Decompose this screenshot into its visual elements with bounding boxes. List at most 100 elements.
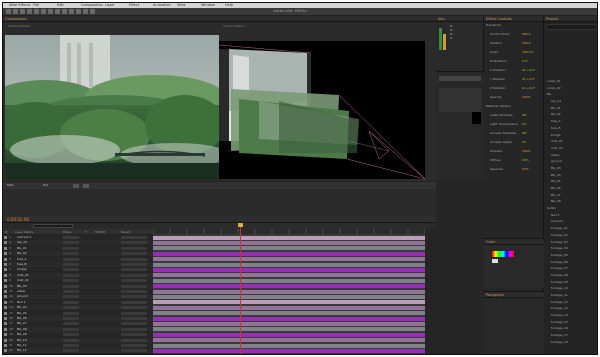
zoom-tool-icon[interactable] bbox=[20, 9, 25, 14]
project-item[interactable]: water bbox=[547, 152, 597, 159]
property-row[interactable]: Transform bbox=[484, 23, 544, 28]
menu-item[interactable]: Edit bbox=[57, 3, 64, 7]
layer-row[interactable]: 10 BG_03 bbox=[3, 283, 153, 289]
parent-dropdown[interactable] bbox=[121, 300, 147, 304]
layer-name[interactable]: tree_B bbox=[17, 262, 27, 267]
project-item[interactable]: Solids bbox=[547, 205, 597, 212]
mode-dropdown[interactable] bbox=[63, 290, 79, 293]
project-item[interactable]: BG_01 bbox=[547, 105, 597, 112]
project-item[interactable]: footage_16 bbox=[547, 325, 597, 332]
layer-row[interactable]: 7 bridge bbox=[3, 267, 153, 273]
visibility-eye-icon[interactable] bbox=[4, 241, 7, 245]
visibility-eye-icon[interactable] bbox=[4, 311, 7, 315]
project-item[interactable]: comp_02 bbox=[547, 85, 597, 92]
property-value[interactable]: 0x +0.0° bbox=[522, 68, 535, 73]
mode-dropdown[interactable] bbox=[63, 327, 79, 331]
menu-item[interactable]: Window bbox=[201, 3, 215, 7]
active-camera-viewer[interactable] bbox=[5, 35, 219, 179]
layer-name[interactable]: BG_06 bbox=[17, 316, 27, 321]
layer-duration-bar[interactable] bbox=[153, 278, 425, 283]
project-item[interactable]: footage_04 bbox=[547, 245, 597, 252]
visibility-eye-icon[interactable] bbox=[4, 333, 7, 337]
property-value[interactable]: 50% bbox=[522, 167, 529, 172]
property-value[interactable]: Off bbox=[522, 113, 526, 118]
layer-row[interactable]: 5 tree_A bbox=[3, 256, 153, 262]
parent-dropdown[interactable] bbox=[121, 257, 147, 261]
layer-name[interactable]: BG_05 bbox=[17, 311, 27, 316]
parent-dropdown[interactable] bbox=[121, 295, 147, 299]
mode-dropdown[interactable] bbox=[63, 268, 79, 272]
layer-name[interactable]: water bbox=[17, 289, 26, 294]
property-row[interactable]: Casts Shadows Off bbox=[484, 113, 544, 118]
brush-tool-icon[interactable] bbox=[69, 9, 74, 14]
mode-dropdown[interactable] bbox=[63, 273, 79, 277]
visibility-eye-icon[interactable] bbox=[4, 284, 7, 288]
property-row[interactable]: Opacity 100% bbox=[484, 95, 544, 100]
property-row[interactable]: Accepts Shadows Off bbox=[484, 131, 544, 136]
pan-behind-tool-icon[interactable] bbox=[41, 9, 46, 14]
character-settings[interactable] bbox=[439, 88, 481, 112]
layer-row[interactable]: 1 Camera 1 bbox=[3, 235, 153, 240]
mode-dropdown[interactable] bbox=[63, 252, 79, 256]
mode-dropdown[interactable] bbox=[63, 279, 79, 283]
mask-tool-icon[interactable] bbox=[48, 9, 53, 14]
layer-row[interactable]: 8 mist_01 bbox=[3, 272, 153, 278]
layer-name[interactable]: BG_01 bbox=[17, 246, 27, 251]
property-row[interactable]: Y Rotation 0x +0.0° bbox=[484, 77, 544, 82]
layer-row[interactable]: 21 BG_11 bbox=[3, 343, 153, 348]
project-item[interactable]: footage_17 bbox=[547, 332, 597, 339]
property-row[interactable]: Orientation 0.0° bbox=[484, 59, 544, 64]
layer-name[interactable]: Camera 1 bbox=[17, 235, 32, 240]
property-row[interactable]: Specular 50% bbox=[484, 167, 544, 172]
parent-dropdown[interactable] bbox=[121, 236, 147, 239]
layer-duration-bar[interactable] bbox=[153, 262, 425, 267]
property-row[interactable]: Diffuse 50% bbox=[484, 158, 544, 163]
layer-row[interactable]: 22 BG_12 bbox=[3, 348, 153, 354]
mode-dropdown[interactable] bbox=[63, 306, 79, 310]
rotate-tool-icon[interactable] bbox=[27, 9, 32, 14]
project-item[interactable]: BG_07 bbox=[547, 192, 597, 199]
layer-name[interactable]: BG_11 bbox=[17, 343, 27, 348]
layer-duration-bar[interactable] bbox=[153, 257, 425, 262]
property-value[interactable]: 100.0% bbox=[522, 50, 533, 55]
layer-name[interactable]: BG_12 bbox=[17, 348, 27, 353]
project-item[interactable]: mist_02 bbox=[547, 145, 597, 152]
project-item[interactable]: ground bbox=[547, 158, 597, 165]
project-item[interactable]: BG bbox=[547, 91, 597, 98]
property-row[interactable]: Position 540.0 bbox=[484, 41, 544, 46]
layer-duration-bar[interactable] bbox=[153, 294, 425, 299]
mode-dropdown[interactable] bbox=[63, 317, 79, 320]
time-ruler[interactable] bbox=[152, 223, 426, 234]
layer-name[interactable]: BG_02 bbox=[17, 251, 27, 256]
menu-item[interactable]: File bbox=[33, 3, 39, 7]
visibility-eye-icon[interactable] bbox=[4, 257, 7, 261]
visibility-eye-icon[interactable] bbox=[4, 306, 7, 310]
parent-dropdown[interactable] bbox=[121, 327, 147, 331]
layer-duration-bar[interactable] bbox=[153, 327, 425, 332]
project-item[interactable]: mist_01 bbox=[547, 138, 597, 145]
layer-duration-bar[interactable] bbox=[153, 240, 425, 245]
layer-name[interactable]: BG_08 bbox=[17, 327, 27, 332]
parent-dropdown[interactable] bbox=[121, 344, 147, 347]
layer-duration-bar[interactable] bbox=[153, 284, 425, 289]
project-item[interactable]: BG_05 bbox=[547, 178, 597, 185]
property-value[interactable]: 540.0 bbox=[522, 41, 531, 46]
mode-dropdown[interactable] bbox=[63, 284, 79, 288]
resolution-dropdown[interactable]: Full bbox=[43, 183, 48, 187]
visibility-eye-icon[interactable] bbox=[4, 290, 7, 293]
preview-controls[interactable] bbox=[439, 76, 481, 81]
layer-duration-bar[interactable] bbox=[153, 235, 425, 240]
project-item[interactable]: footage_10 bbox=[547, 285, 597, 292]
property-row[interactable]: Z Rotation 0x +0.0° bbox=[484, 86, 544, 91]
property-row[interactable]: Accepts Lights On bbox=[484, 140, 544, 145]
layer-name[interactable]: mist_01 bbox=[17, 273, 29, 278]
visibility-eye-icon[interactable] bbox=[4, 268, 7, 272]
layer-row[interactable]: 16 BG_06 bbox=[3, 316, 153, 321]
layer-name[interactable]: tree_A bbox=[17, 257, 27, 262]
text-tool-icon[interactable] bbox=[62, 9, 67, 14]
project-item[interactable]: footage_15 bbox=[547, 319, 597, 326]
mode-dropdown[interactable] bbox=[63, 257, 79, 261]
mode-dropdown[interactable] bbox=[63, 344, 79, 347]
menu-item[interactable]: Layer bbox=[105, 3, 115, 7]
camera-tool-icon[interactable] bbox=[34, 9, 39, 14]
